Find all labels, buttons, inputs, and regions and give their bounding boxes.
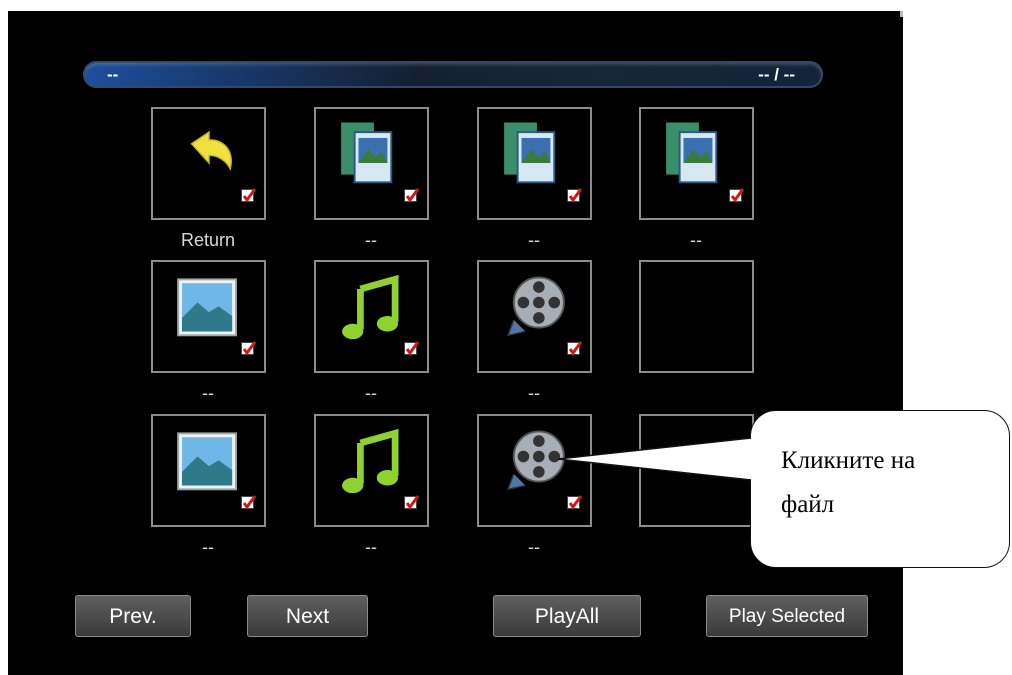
callout-pointer [557, 437, 753, 481]
